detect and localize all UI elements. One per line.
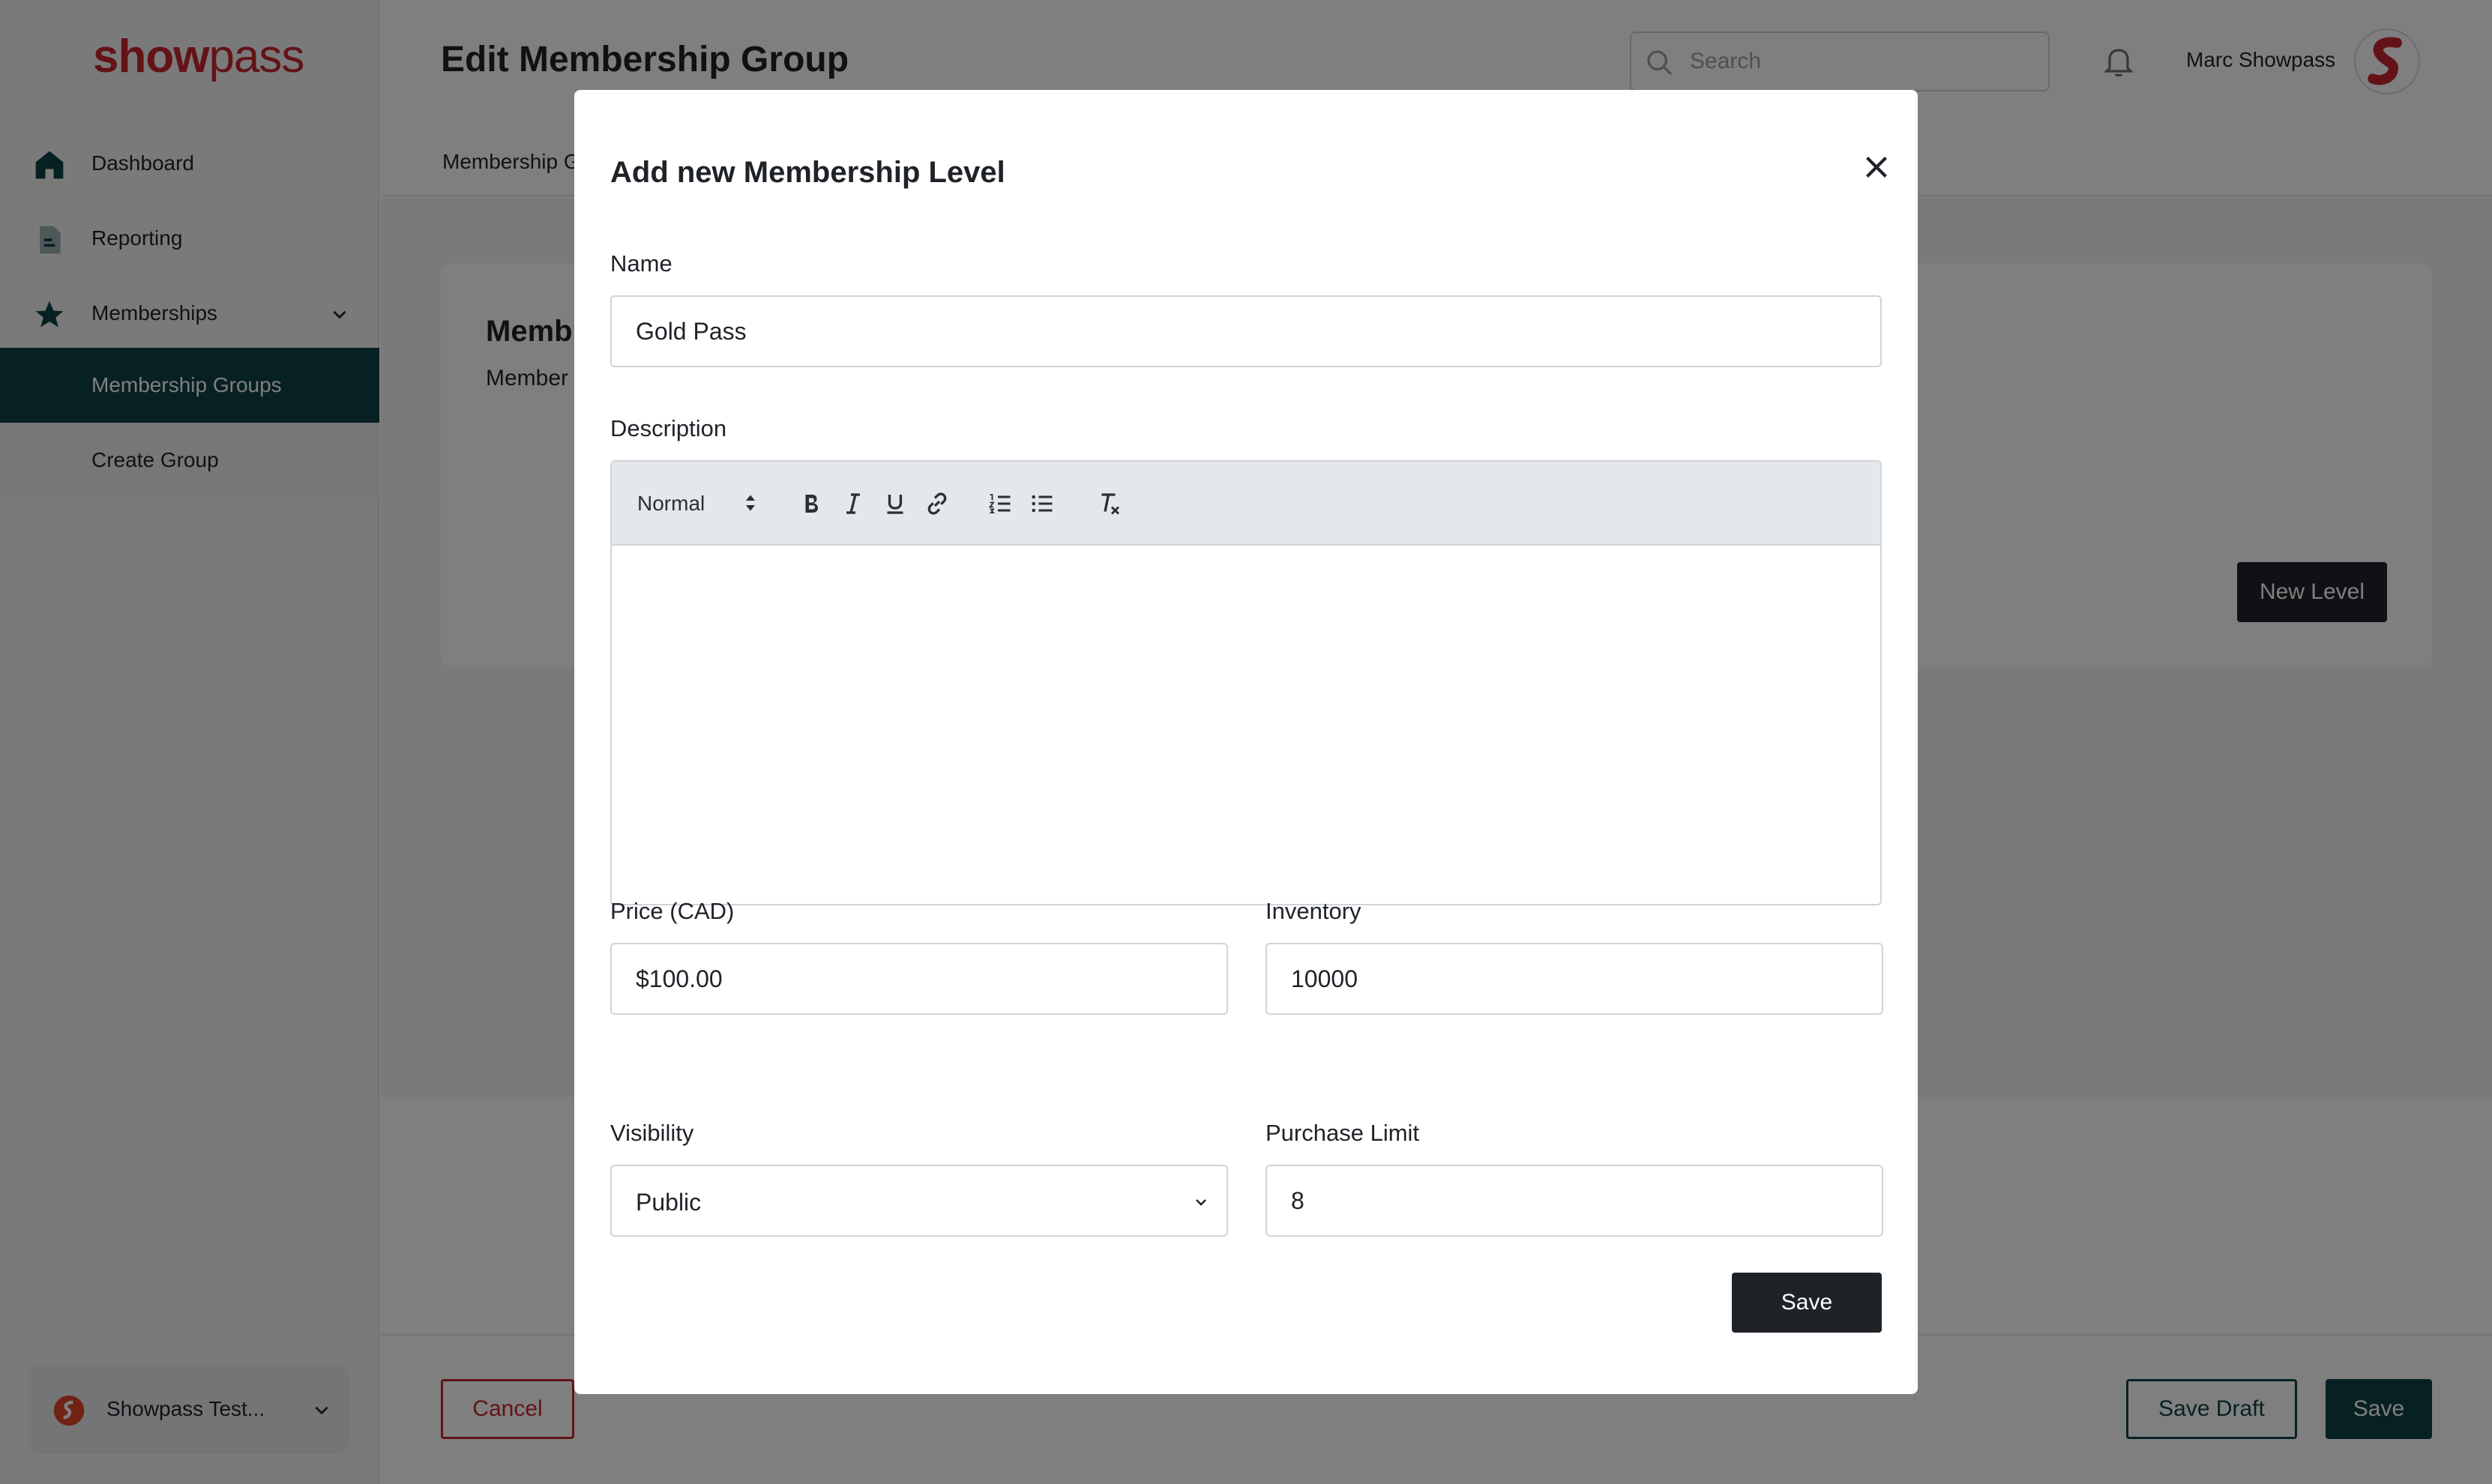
- purchase-limit-label: Purchase Limit: [1265, 1120, 1420, 1146]
- editor-toolbar: Normal: [612, 462, 1880, 546]
- name-label: Name: [610, 250, 672, 277]
- description-editor: Normal: [610, 460, 1882, 905]
- close-icon[interactable]: [1858, 148, 1895, 186]
- visibility-value: Public: [636, 1189, 702, 1216]
- inventory-label: Inventory: [1265, 898, 1361, 924]
- link-icon[interactable]: [924, 490, 951, 517]
- modal-save-button[interactable]: Save: [1732, 1273, 1882, 1333]
- purchase-limit-field[interactable]: [1265, 1165, 1883, 1237]
- inventory-field[interactable]: [1265, 943, 1883, 1015]
- format-select[interactable]: Normal: [637, 492, 705, 516]
- modal-title: Add new Membership Level: [610, 156, 1005, 189]
- price-label: Price (CAD): [610, 898, 735, 924]
- format-select-arrows-icon[interactable]: [744, 492, 757, 514]
- chevron-down-icon: [1196, 1199, 1206, 1206]
- visibility-select[interactable]: Public: [610, 1165, 1228, 1237]
- add-membership-level-modal: Add new Membership Level Name Descriptio…: [574, 90, 1918, 1394]
- ordered-list-icon[interactable]: [987, 490, 1014, 517]
- name-field[interactable]: [610, 295, 1882, 367]
- bold-icon[interactable]: [798, 490, 825, 517]
- bullet-list-icon[interactable]: [1029, 490, 1056, 517]
- description-label: Description: [610, 415, 727, 441]
- visibility-label: Visibility: [610, 1120, 694, 1146]
- price-field[interactable]: [610, 943, 1228, 1015]
- underline-icon[interactable]: [882, 490, 909, 517]
- clear-formatting-icon[interactable]: [1096, 490, 1123, 517]
- italic-icon[interactable]: [840, 490, 867, 517]
